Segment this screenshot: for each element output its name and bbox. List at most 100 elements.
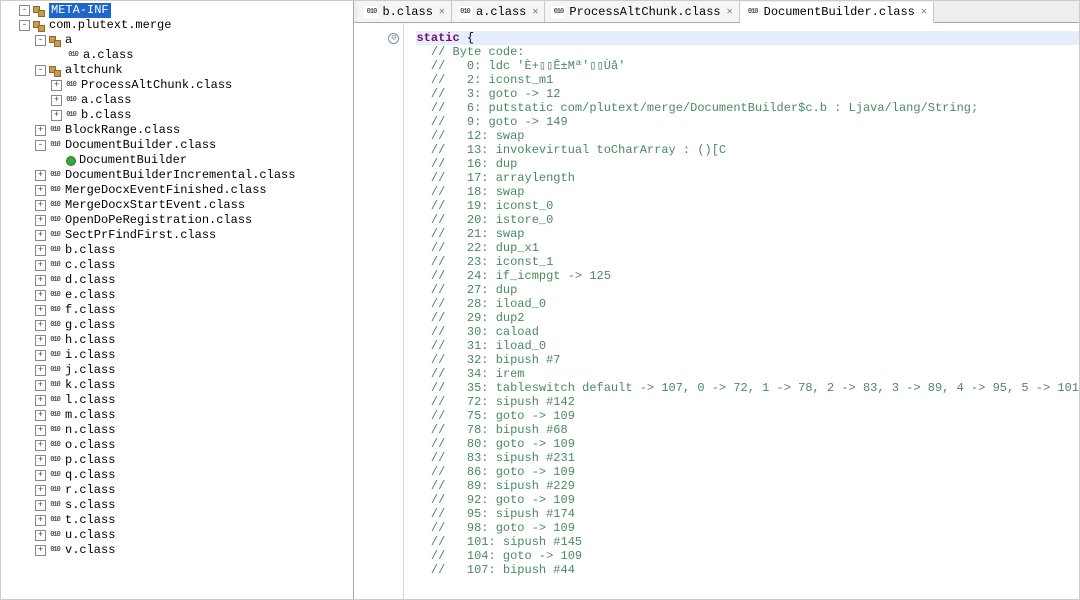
close-icon[interactable]: ✕ <box>725 6 733 18</box>
tree-node[interactable]: DocumentBuilder <box>1 153 353 168</box>
expand-icon[interactable]: + <box>35 425 46 436</box>
tree-node[interactable]: -a <box>1 33 353 48</box>
expand-icon[interactable]: + <box>35 200 46 211</box>
collapse-icon[interactable]: - <box>35 35 46 46</box>
collapse-icon[interactable]: - <box>35 140 46 151</box>
source-code-view[interactable]: static { // Byte code: // 0: ldc 'È+▯▯Ê±… <box>404 23 1079 599</box>
expand-icon[interactable]: + <box>35 365 46 376</box>
package-icon <box>32 20 46 32</box>
tree-node[interactable]: +h.class <box>1 333 353 348</box>
package-explorer[interactable]: -META-INF-com.plutext.merge-aa.class-alt… <box>1 1 354 599</box>
tree-node[interactable]: +a.class <box>1 93 353 108</box>
expand-icon[interactable]: + <box>35 380 46 391</box>
expand-icon[interactable]: + <box>35 440 46 451</box>
class-icon <box>66 156 76 166</box>
tree-node[interactable]: +l.class <box>1 393 353 408</box>
expand-icon[interactable]: + <box>35 545 46 556</box>
tree-node[interactable]: +e.class <box>1 288 353 303</box>
tree-node[interactable]: +t.class <box>1 513 353 528</box>
expand-icon[interactable]: + <box>35 335 46 346</box>
tree-node[interactable]: +ProcessAltChunk.class <box>1 78 353 93</box>
collapse-icon[interactable]: - <box>19 5 30 16</box>
tree-node[interactable]: +i.class <box>1 348 353 363</box>
expand-icon[interactable]: + <box>35 470 46 481</box>
expand-icon[interactable]: + <box>35 305 46 316</box>
close-icon[interactable]: ✕ <box>530 6 538 18</box>
editor-tab[interactable]: DocumentBuilder.class✕ <box>740 2 934 23</box>
bytecode-comment-line: // 34: irem <box>416 367 524 381</box>
tree-node[interactable]: +p.class <box>1 453 353 468</box>
tree-node[interactable]: -altchunk <box>1 63 353 78</box>
tree-node[interactable]: +OpenDoPeRegistration.class <box>1 213 353 228</box>
tree-node[interactable]: +BlockRange.class <box>1 123 353 138</box>
tree-node[interactable]: -DocumentBuilder.class <box>1 138 353 153</box>
tree-node[interactable]: -META-INF <box>1 3 353 18</box>
tree-node[interactable]: +DocumentBuilderIncremental.class <box>1 168 353 183</box>
tree-node[interactable]: +g.class <box>1 318 353 333</box>
bytecode-comment-line: // 101: sipush #145 <box>416 535 582 549</box>
tree-node[interactable]: +u.class <box>1 528 353 543</box>
tree-node[interactable]: + b.class <box>1 108 353 123</box>
bytecode-comment-line: // 92: goto -> 109 <box>416 493 574 507</box>
tree-node[interactable]: +f.class <box>1 303 353 318</box>
tree-node-label: b.class <box>81 108 131 123</box>
bytecode-comment-line: // 31: iload_0 <box>416 339 546 353</box>
tree-node[interactable]: + c.class <box>1 258 353 273</box>
tree-node[interactable]: +o.class <box>1 438 353 453</box>
classfile-icon <box>48 350 62 362</box>
expand-icon[interactable]: + <box>35 260 46 271</box>
collapse-icon[interactable]: - <box>19 20 30 31</box>
classfile-icon <box>48 230 62 242</box>
tree-node[interactable]: +j.class <box>1 363 353 378</box>
expand-icon[interactable]: + <box>35 185 46 196</box>
expand-icon[interactable]: + <box>35 230 46 241</box>
editor-tab[interactable]: b.class✕ <box>358 1 451 22</box>
expand-icon[interactable]: + <box>35 485 46 496</box>
expand-icon[interactable]: + <box>35 455 46 466</box>
expand-icon[interactable]: + <box>35 410 46 421</box>
classfile-icon <box>64 95 78 107</box>
classfile-icon <box>364 6 378 18</box>
expand-icon[interactable]: + <box>35 350 46 361</box>
expand-icon[interactable]: + <box>51 95 62 106</box>
tree-node[interactable]: +MergeDocxEventFinished.class <box>1 183 353 198</box>
tree-node[interactable]: +b.class <box>1 243 353 258</box>
tree-node[interactable]: +m.class <box>1 408 353 423</box>
expand-icon[interactable]: + <box>35 170 46 181</box>
editor-tab[interactable]: a.class✕ <box>452 1 545 22</box>
tree-node[interactable]: +n.class <box>1 423 353 438</box>
tree-node[interactable]: +d.class <box>1 273 353 288</box>
close-icon[interactable]: ✕ <box>437 6 445 18</box>
tree-node[interactable]: +SectPrFindFirst.class <box>1 228 353 243</box>
expand-icon[interactable]: + <box>35 515 46 526</box>
bytecode-comment-line: // 75: goto -> 109 <box>416 409 574 423</box>
tree-node[interactable]: a.class <box>1 48 353 63</box>
bytecode-comment-line: // 24: if_icmpgt -> 125 <box>416 269 610 283</box>
bytecode-comment-line: // 107: bipush #44 <box>416 563 574 577</box>
tree-node[interactable]: +s.class <box>1 498 353 513</box>
expand-icon[interactable]: + <box>35 245 46 256</box>
expand-icon[interactable]: + <box>35 395 46 406</box>
expand-icon[interactable]: + <box>35 125 46 136</box>
expand-icon[interactable]: + <box>51 110 62 121</box>
fold-collapse-icon[interactable]: ⊖ <box>388 33 399 44</box>
expand-icon[interactable]: + <box>35 530 46 541</box>
editor-tab[interactable]: ProcessAltChunk.class✕ <box>545 1 739 22</box>
tree-node[interactable]: -com.plutext.merge <box>1 18 353 33</box>
classfile-icon <box>48 335 62 347</box>
expand-icon[interactable]: + <box>35 500 46 511</box>
expand-icon[interactable]: + <box>35 290 46 301</box>
tree-node[interactable]: +v.class <box>1 543 353 558</box>
expand-icon[interactable]: + <box>51 80 62 91</box>
tree-node[interactable]: +q.class <box>1 468 353 483</box>
close-icon[interactable]: ✕ <box>919 6 927 18</box>
expand-icon[interactable]: + <box>35 275 46 286</box>
tree-node[interactable]: +k.class <box>1 378 353 393</box>
collapse-icon[interactable]: - <box>35 65 46 76</box>
expand-icon[interactable]: + <box>35 215 46 226</box>
tree-node[interactable]: +r.class <box>1 483 353 498</box>
tree-node-label: c.class <box>65 258 115 273</box>
tree-node[interactable]: +MergeDocxStartEvent.class <box>1 198 353 213</box>
bytecode-comment-line: // 98: goto -> 109 <box>416 521 574 535</box>
expand-icon[interactable]: + <box>35 320 46 331</box>
